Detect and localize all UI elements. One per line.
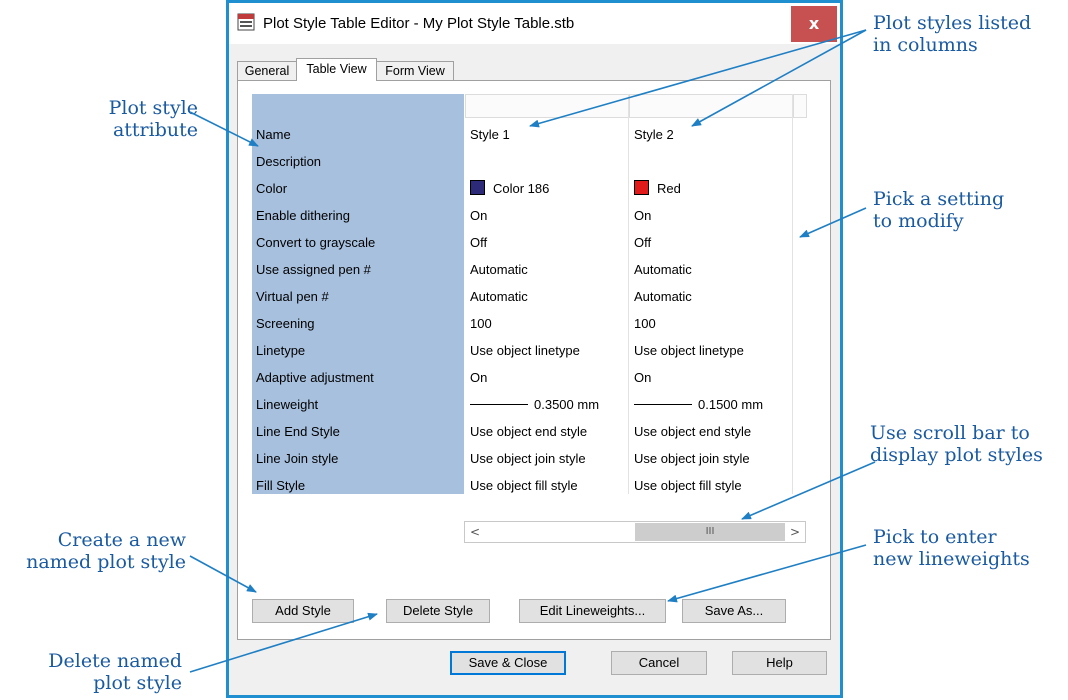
edit-lineweights-button[interactable]: Edit Lineweights... [519,599,666,623]
attribute-line-join: Line Join style [256,451,339,466]
style-2-fill-cell[interactable]: Use object fill style [634,472,742,499]
save-and-close-button[interactable]: Save & Close [450,651,566,675]
style-1-line-end-cell[interactable]: Use object end style [470,418,587,445]
style-1-linetype-cell[interactable]: Use object linetype [470,337,580,364]
style-2-description-cell[interactable] [634,148,784,175]
style-1-grayscale-cell[interactable]: Off [470,229,487,256]
style-2-grayscale-cell[interactable]: Off [634,229,651,256]
delete-style-button[interactable]: Delete Style [386,599,490,623]
callout-plot-style-attribute: Plot style attribute [88,97,198,141]
save-as-button[interactable]: Save As... [682,599,786,623]
attribute-fill: Fill Style [256,478,306,493]
tab-form-view[interactable]: Form View [376,61,454,80]
attribute-screening: Screening [256,316,315,331]
style-2-color-value: Red [657,181,681,196]
attribute-virtual-pen: Virtual pen # [256,289,329,304]
style-1-adaptive-cell[interactable]: On [470,364,487,391]
tab-general[interactable]: General [237,61,297,80]
style-2-virtual-pen-cell[interactable]: Automatic [634,283,692,310]
callout-line: in columns [873,34,978,56]
callout-line: new lineweights [873,548,1030,570]
plot-style-grid: Name Description Color Enable dithering … [252,94,807,494]
column-header-style-1[interactable] [465,94,630,118]
tab-table-view[interactable]: Table View [296,58,377,81]
style-1-line-join-cell[interactable]: Use object join style [470,445,586,472]
style-1-assigned-pen-cell[interactable]: Automatic [470,256,528,283]
style-1-fill-cell[interactable]: Use object fill style [470,472,578,499]
callout-create-new: Create a new named plot style [6,529,186,573]
attribute-lineweight: Lineweight [256,397,319,412]
style-1-lineweight-value: 0.3500 mm [534,397,600,412]
attribute-description: Description [256,154,322,169]
plot-style-app-icon [237,13,255,31]
callout-scroll-bar: Use scroll bar to display plot styles [870,422,1043,466]
style-2-screening-cell[interactable]: 100 [634,310,656,337]
style-2-lineweight-value: 0.1500 mm [698,397,764,412]
scroll-right-arrow-icon[interactable]: > [785,522,805,542]
style-1-description-cell[interactable] [470,148,620,175]
column-divider [792,94,793,494]
lineweight-line-icon [634,404,692,405]
attribute-linetype: Linetype [256,343,306,358]
dialog-client-area: General Table View Form View Name Descri… [229,44,840,695]
title-bar[interactable]: Plot Style Table Editor - My Plot Style … [229,3,840,44]
color-swatch-icon [634,180,649,195]
lineweight-line-icon [470,404,528,405]
attribute-line-end: Line End Style [256,424,340,439]
callout-plot-styles-listed: Plot styles listed in columns [873,12,1031,56]
attribute-adaptive: Adaptive adjustment [256,370,374,385]
callout-new-lineweights: Pick to enter new lineweights [873,526,1030,570]
attribute-assigned-pen: Use assigned pen # [256,262,371,277]
callout-pick-setting: Pick a setting to modify [873,188,1004,232]
callout-delete-named: Delete named plot style [18,650,182,694]
callout-line: Use scroll bar to [870,422,1030,444]
scroll-left-arrow-icon[interactable]: < [465,522,485,542]
style-2-name-cell[interactable]: Style 2 [634,121,674,148]
style-2-assigned-pen-cell[interactable]: Automatic [634,256,692,283]
style-2-adaptive-cell[interactable]: On [634,364,651,391]
style-1-screening-cell[interactable]: 100 [470,310,492,337]
callout-line: Pick a setting [873,188,1005,210]
plot-style-editor-window: Plot Style Table Editor - My Plot Style … [226,0,843,698]
scroll-thumb[interactable]: III [635,523,785,541]
attribute-color: Color [256,181,288,196]
help-button[interactable]: Help [732,651,827,675]
callout-line: Delete named [48,650,182,672]
color-swatch-icon [470,180,485,195]
add-style-button[interactable]: Add Style [252,599,354,623]
callout-line: Plot style [108,97,198,119]
attribute-dithering: Enable dithering [256,208,350,223]
style-2-line-join-cell[interactable]: Use object join style [634,445,750,472]
style-1-dithering-cell[interactable]: On [470,202,487,229]
callout-line: Plot styles listed [873,12,1032,34]
column-divider [628,94,629,494]
callout-line: plot style [93,672,182,694]
callout-line: attribute [112,119,198,141]
style-2-color-cell[interactable]: Red [634,175,681,202]
close-button[interactable]: x [791,6,837,42]
style-1-lineweight-cell[interactable]: 0.3500 mm [470,391,599,418]
style-2-lineweight-cell[interactable]: 0.1500 mm [634,391,763,418]
callout-line: Create a new [57,529,186,551]
callout-line: named plot style [26,551,186,573]
column-header-style-2[interactable] [629,94,794,118]
column-header-extra [793,94,807,118]
style-2-line-end-cell[interactable]: Use object end style [634,418,751,445]
style-2-linetype-cell[interactable]: Use object linetype [634,337,744,364]
style-2-dithering-cell[interactable]: On [634,202,651,229]
style-1-virtual-pen-cell[interactable]: Automatic [470,283,528,310]
callout-line: display plot styles [870,444,1043,466]
callout-line: to modify [873,210,964,232]
table-view-panel: Name Description Color Enable dithering … [237,80,831,640]
style-1-color-cell[interactable]: Color 186 [470,175,549,202]
style-1-color-value: Color 186 [493,181,550,196]
window-title: Plot Style Table Editor - My Plot Style … [263,15,575,32]
callout-line: Pick to enter [873,526,997,548]
horizontal-scrollbar[interactable]: < III > [464,521,806,543]
attribute-name: Name [256,127,291,142]
cancel-button[interactable]: Cancel [611,651,707,675]
style-1-name-cell[interactable]: Style 1 [470,121,510,148]
attribute-grayscale: Convert to grayscale [256,235,376,250]
